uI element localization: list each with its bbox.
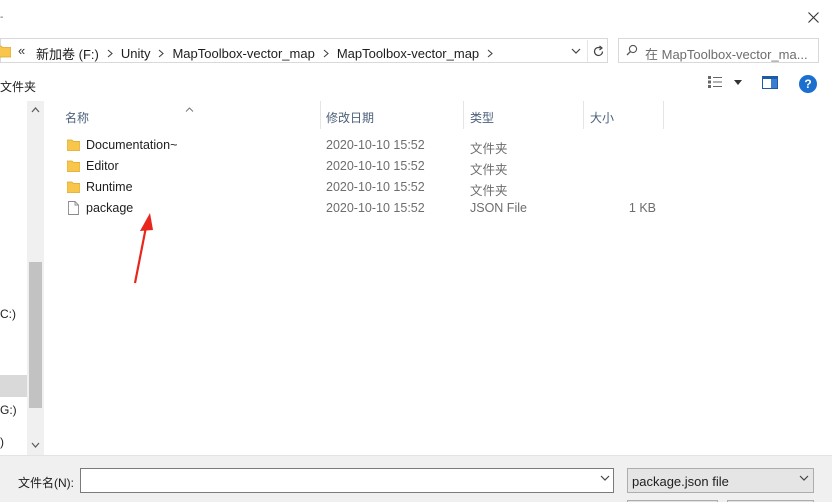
file-modified: 2020-10-10 15:52 [326,159,425,173]
search-placeholder: 在 MapToolbox-vector_ma... [645,47,808,62]
chevron-down-icon [571,48,581,54]
chevron-right-icon[interactable] [487,49,494,58]
file-type: 文件夹 [470,184,508,198]
file-size: 1 KB [628,201,656,215]
new-folder-button[interactable]: 文件夹 [0,78,36,95]
chevron-right-icon[interactable] [323,49,329,58]
file-row-editor[interactable]: Editor 2020-10-10 15:52 文件夹 [44,156,832,177]
file-name: package [86,201,134,215]
preview-pane-icon [762,76,778,89]
chevron-right-icon[interactable] [107,49,113,58]
filename-input[interactable] [80,468,614,493]
file-row-package[interactable]: package 2020-10-10 15:52 JSON File 1 KB [44,198,832,219]
address-bar[interactable]: « 新加卷 (F:) Unity MapToolbox-vector_map M… [0,38,608,63]
details-view-icon [708,76,722,88]
filetype-value: package.json file [632,474,729,489]
breadcrumb-item[interactable]: Unity [121,46,151,61]
overflow-chevron-icon[interactable]: « [18,43,25,58]
file-open-dialog: - « 新加卷 (F:) Unity MapToolbox-vector_map… [0,0,832,502]
search-icon [626,44,638,59]
nav-item-drive[interactable]: ) [0,435,4,449]
refresh-icon [593,45,603,56]
preview-pane-button[interactable] [762,76,778,92]
file-type: 文件夹 [470,142,508,156]
file-name: Editor [86,159,119,173]
chevron-down-icon[interactable] [600,475,610,481]
folder-icon [66,160,80,172]
folder-icon [66,139,80,151]
column-headers: 名称 修改日期 类型 大小 [44,101,832,129]
filetype-select[interactable]: package.json file [627,468,814,493]
file-type: JSON File [470,201,527,215]
folder-icon [0,44,12,61]
file-name: Documentation~ [86,138,178,152]
column-header-type[interactable]: 类型 [464,101,584,129]
file-type: 文件夹 [470,163,508,177]
file-modified: 2020-10-10 15:52 [326,180,425,194]
breadcrumb: 新加卷 (F:) Unity MapToolbox-vector_map Map… [36,44,501,63]
refresh-button[interactable] [587,40,608,62]
window-title-fragment: - [0,12,4,23]
title-bar: - [0,0,832,34]
nav-scrollbar[interactable] [27,101,44,455]
help-icon: ? [804,77,812,91]
change-view-button[interactable] [708,76,742,88]
column-header-name[interactable]: 名称 [59,101,321,129]
column-header-date[interactable]: 修改日期 [320,101,464,129]
chevron-down-icon [799,475,809,481]
close-button[interactable] [800,4,826,30]
navigation-pane: C:) G:) ) [0,101,44,455]
scroll-down-icon[interactable] [31,442,40,448]
dialog-footer: 文件名(N): package.json file [0,455,832,502]
chevron-right-icon[interactable] [158,49,165,58]
help-button[interactable]: ? [799,75,817,93]
file-row-documentation[interactable]: Documentation~ 2020-10-10 15:52 文件夹 [44,135,832,156]
scroll-up-icon[interactable] [31,107,40,113]
caret-down-icon [734,79,742,85]
breadcrumb-item[interactable]: 新加卷 (F:) [36,44,99,63]
nav-item-drive-g[interactable]: G:) [0,403,17,417]
search-input[interactable]: 在 MapToolbox-vector_ma... [618,38,819,63]
file-list: 名称 修改日期 类型 大小 Documentation~ 2020-10-10 … [44,101,832,455]
address-row: « 新加卷 (F:) Unity MapToolbox-vector_map M… [0,38,832,64]
file-modified: 2020-10-10 15:52 [326,138,425,152]
breadcrumb-item[interactable]: MapToolbox-vector_map [172,46,314,61]
address-history-dropdown[interactable] [567,43,585,59]
file-modified: 2020-10-10 15:52 [326,201,425,215]
toolbar: 文件夹 ? [0,72,832,98]
nav-item-selected[interactable] [0,375,27,397]
file-row-runtime[interactable]: Runtime 2020-10-10 15:52 文件夹 [44,177,832,198]
file-icon [66,201,80,215]
scrollbar-thumb[interactable] [29,262,42,408]
close-icon [807,11,819,23]
filename-label: 文件名(N): [18,476,74,490]
folder-icon [66,181,80,193]
breadcrumb-item[interactable]: MapToolbox-vector_map [337,46,479,61]
column-header-size[interactable]: 大小 [584,101,664,129]
file-name: Runtime [86,180,133,194]
nav-item-drive-c[interactable]: C:) [0,307,16,321]
